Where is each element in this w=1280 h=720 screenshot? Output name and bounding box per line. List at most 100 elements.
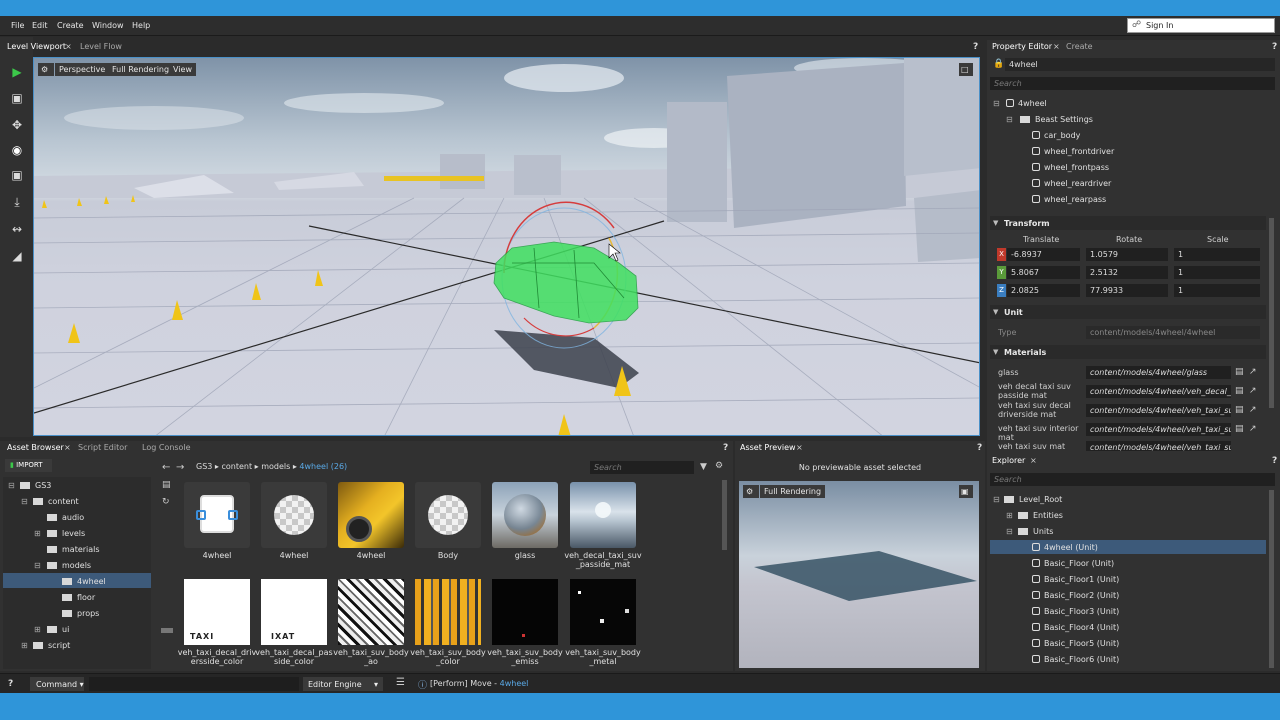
scale-z-field[interactable]: 1 [1174,284,1260,297]
explorer-unit-basic-floor6[interactable]: Basic_Floor6 (Unit) [1032,655,1119,664]
tab-asset-preview[interactable]: Asset Preview [740,443,796,452]
log-list-icon[interactable]: ☰ [396,677,405,688]
rendering-mode-button[interactable]: Full Rendering [108,63,174,76]
tree-entities[interactable]: Entities [1018,511,1063,520]
tab-property-editor[interactable]: Property Editor [992,42,1052,51]
preview-settings-icon[interactable]: ⚙ [743,485,759,498]
rotate-x-field[interactable]: 1.0579 [1086,248,1168,261]
browse-folder-icon[interactable]: ▤ [1235,405,1244,415]
tree-folder-audio[interactable]: audio [47,513,84,522]
breadcrumb-models[interactable]: models [261,462,290,471]
collapse-icon[interactable]: ⊟ [34,561,41,570]
expand-icon[interactable]: ⊞ [21,641,28,650]
explorer-unit-basic-floor5[interactable]: Basic_Floor5 (Unit) [1032,639,1119,648]
tab-close-icon[interactable]: × [796,443,803,452]
tab-script-editor[interactable]: Script Editor [78,443,127,452]
collapse-icon[interactable]: ⊟ [21,497,28,506]
asset-preview-help-icon[interactable]: ? [977,443,982,453]
refresh-icon[interactable]: ↻ [162,497,170,507]
move-tool-icon[interactable]: ✥ [7,118,27,136]
material-path-field[interactable]: content/models/4wheel/veh_taxi_suv_i [1086,441,1231,451]
tree-item-wheel-rearpass[interactable]: wheel_rearpass [1032,195,1106,204]
explorer-unit-basic-floor3[interactable]: Basic_Floor3 (Unit) [1032,607,1119,616]
maximize-viewport-icon[interactable]: □ [959,63,973,76]
collapse-icon[interactable]: ⊟ [993,99,1000,108]
command-input[interactable] [89,677,299,691]
place-tool-icon[interactable]: ⤓ [7,195,27,213]
material-path-field[interactable]: content/models/4wheel/veh_decal_taxi [1086,385,1231,398]
rotate-tool-icon[interactable]: ◉ [7,143,27,161]
tab-level-viewport[interactable]: Level Viewport [7,42,66,51]
material-path-field[interactable]: content/models/4wheel/veh_taxi_suv_d [1086,404,1231,417]
materials-section-header[interactable]: ▼ Materials [990,345,1266,359]
collapse-icon[interactable]: ⊟ [1006,115,1013,124]
tree-group-beast-settings[interactable]: Beast Settings [1020,115,1093,124]
level-viewport[interactable] [33,57,980,436]
rotate-y-field[interactable]: 2.5132 [1086,266,1168,279]
breadcrumb-content[interactable]: content [221,462,252,471]
play-icon[interactable]: ▶ [7,65,27,83]
tree-folder-levels[interactable]: levels [47,529,85,538]
viewport-settings-icon[interactable]: ⚙ [38,63,54,76]
material-path-field[interactable]: content/models/4wheel/veh_taxi_suv_i [1086,423,1231,436]
new-folder-icon[interactable]: ▤ [162,480,171,490]
tree-item-wheel-reardriver[interactable]: wheel_reardriver [1032,179,1111,188]
tree-folder-materials[interactable]: materials [47,545,100,554]
filter-icon[interactable]: ▼ [700,462,707,472]
tab-close-icon[interactable]: × [64,443,71,452]
collapse-icon[interactable]: ⊟ [993,495,1000,504]
command-dropdown[interactable]: Command ▾ [30,677,84,691]
thumbnail-size-slider[interactable] [161,628,173,633]
explorer-search-input[interactable]: Search [990,473,1275,486]
expand-icon[interactable]: ⊞ [34,529,41,538]
snap-tool-icon[interactable]: ↭ [7,222,27,240]
sign-in-button[interactable]: ☍ Sign In [1127,18,1275,33]
tree-root-4wheel[interactable]: 4wheel [1006,99,1047,108]
property-editor-help-icon[interactable]: ? [1272,42,1277,52]
asset-search-input[interactable]: Search [590,461,694,474]
engine-dropdown[interactable]: Editor Engine ▾ [303,677,383,691]
tab-close-icon[interactable]: × [65,42,72,51]
measure-tool-icon[interactable]: ◢ [7,249,27,267]
preview-camera-icon[interactable]: ▣ [959,485,973,498]
translate-y-field[interactable]: 5.8067 [1007,266,1080,279]
status-help-icon[interactable]: ? [8,679,13,689]
menu-create[interactable]: Create [57,21,84,30]
tree-item-wheel-frontdriver[interactable]: wheel_frontdriver [1032,147,1114,156]
forward-arrow-icon[interactable]: → [176,462,184,473]
expand-icon[interactable]: ⊞ [1006,511,1013,520]
tree-folder-floor[interactable]: floor [62,593,95,602]
expand-icon[interactable]: ⊞ [34,625,41,634]
explorer-help-icon[interactable]: ? [1272,456,1277,466]
settings-gear-icon[interactable]: ⚙ [715,461,723,471]
object-name-field[interactable]: 4wheel [1005,58,1275,71]
rotate-z-field[interactable]: 77.9933 [1086,284,1168,297]
unit-section-header[interactable]: ▼ Unit [990,305,1266,319]
menu-help[interactable]: Help [132,21,150,30]
tree-folder-props[interactable]: props [62,609,99,618]
collapse-icon[interactable]: ⊟ [1006,527,1013,536]
tree-item-wheel-frontpass[interactable]: wheel_frontpass [1032,163,1109,172]
tree-folder-ui[interactable]: ui [47,625,69,634]
menu-file[interactable]: File [11,21,24,30]
explorer-unit-basic-floor4[interactable]: Basic_Floor4 (Unit) [1032,623,1119,632]
asset-browser-help-icon[interactable]: ? [723,443,728,453]
tree-folder-4wheel[interactable]: 4wheel [62,577,106,586]
open-link-icon[interactable]: ↗ [1249,424,1257,434]
tab-log-console[interactable]: Log Console [142,443,191,452]
view-menu-button[interactable]: View [169,63,196,76]
tree-item-car-body[interactable]: car_body [1032,131,1080,140]
open-link-icon[interactable]: ↗ [1249,386,1257,396]
menu-window[interactable]: Window [92,21,124,30]
tree-level-root[interactable]: Level_Root [1004,495,1062,504]
scale-tool-icon[interactable]: ▣ [7,168,27,186]
property-search-input[interactable]: Search [990,77,1275,90]
browse-folder-icon[interactable]: ▤ [1235,424,1244,434]
tree-folder-gs3[interactable]: GS3 [20,481,51,490]
explorer-unit-4wheel[interactable]: 4wheel (Unit) [1032,543,1098,552]
preview-rendering-button[interactable]: Full Rendering [760,485,826,498]
explorer-scrollbar[interactable] [1269,490,1274,668]
browse-folder-icon[interactable]: ▤ [1235,386,1244,396]
scale-x-field[interactable]: 1 [1174,248,1260,261]
tree-units[interactable]: Units [1018,527,1053,536]
